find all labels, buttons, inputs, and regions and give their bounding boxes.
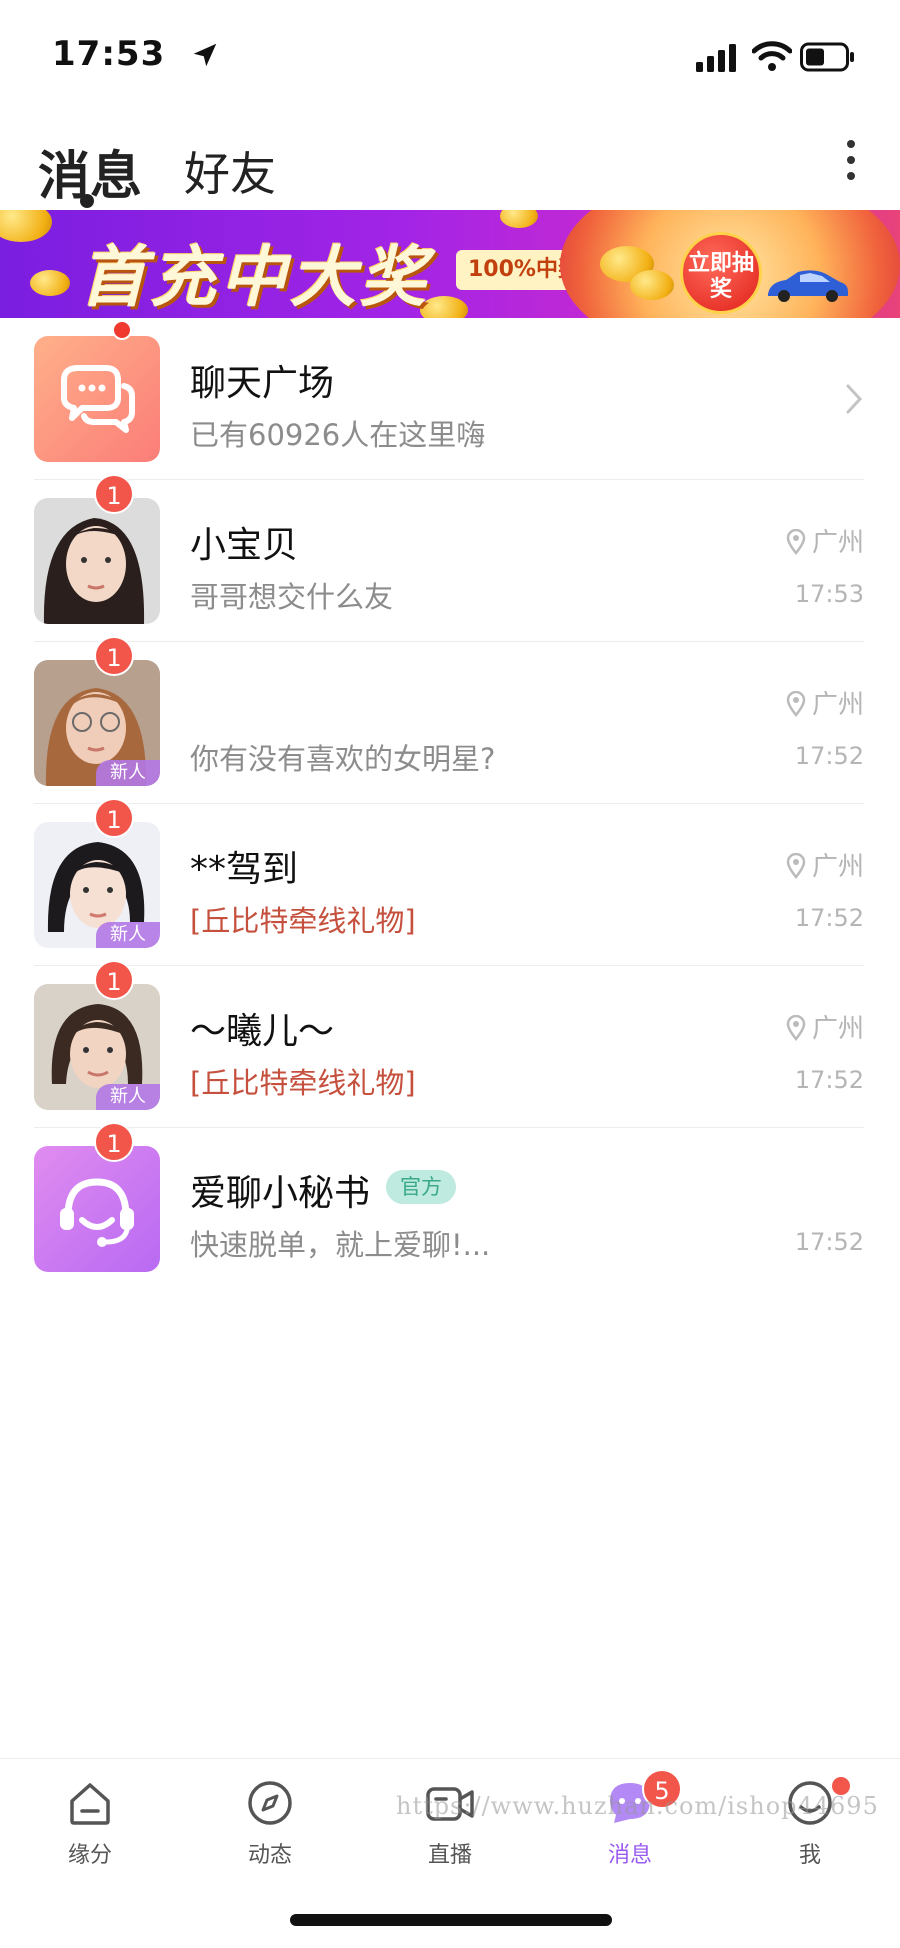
location-label: 广州	[786, 846, 864, 883]
more-dot-icon	[847, 156, 855, 164]
user-photo	[34, 498, 160, 624]
conversation-row[interactable]: 新人 1 ～曦儿～ [丘比特牵线礼物] 广州 17:52	[0, 960, 900, 1128]
home-icon	[70, 1783, 110, 1825]
new-user-tag: 新人	[96, 1084, 160, 1110]
location-pin-icon	[786, 528, 806, 556]
conversation-name: ～曦儿～	[190, 1011, 335, 1052]
location-text: 广州	[811, 528, 864, 558]
message-time: 17:52	[794, 742, 864, 770]
promo-banner[interactable]: 首充中大奖 100%中奖 立即抽奖	[0, 210, 900, 318]
message-time: 17:53	[794, 580, 864, 608]
user-avatar: 新人	[34, 660, 160, 786]
unread-badge: 1	[94, 474, 134, 514]
conversation-message: 哥哥想交什么友	[190, 580, 394, 614]
location-pin-icon	[786, 852, 806, 880]
unread-badge: 1	[94, 960, 134, 1000]
location-label: 广州	[786, 522, 864, 559]
signal-icon	[696, 44, 736, 72]
nav-item-fate[interactable]: 缘分	[30, 1777, 150, 1869]
location-text: 广州	[811, 852, 864, 882]
coin-stack-decoration	[630, 270, 674, 300]
status-time: 17:53	[52, 34, 166, 74]
nav-item-moments[interactable]: 动态	[210, 1777, 330, 1869]
chat-bubbles-icon	[61, 365, 135, 433]
banner-title: 首充中大奖	[80, 239, 430, 316]
unread-dot	[112, 320, 132, 340]
message-time: 17:52	[794, 1228, 864, 1256]
secretary-avatar	[34, 1146, 160, 1272]
nav-label: 我	[798, 1843, 821, 1868]
nav-label: 动态	[247, 1843, 292, 1868]
nav-label: 消息	[607, 1843, 652, 1868]
header-tabs: 消息 好友	[0, 120, 900, 210]
wifi-icon	[752, 41, 792, 71]
home-indicator[interactable]	[290, 1914, 612, 1926]
conversation-message: [丘比特牵线礼物]	[190, 904, 416, 938]
nav-label: 直播	[427, 1843, 472, 1868]
location-text: 广州	[811, 690, 864, 720]
new-user-tag: 新人	[96, 760, 160, 786]
conversation-name: 小宝贝	[190, 525, 299, 566]
message-time: 17:52	[794, 904, 864, 932]
more-dot-icon	[847, 140, 855, 148]
conversation-name: 聊天广场	[190, 363, 335, 404]
tab-friends[interactable]: 好友	[184, 138, 276, 204]
conversation-message: 你有没有喜欢的女明星?	[190, 742, 496, 776]
battery-icon	[800, 42, 854, 72]
conversation-row[interactable]: 1 小宝贝 哥哥想交什么友 广州 17:53	[0, 474, 900, 642]
user-avatar: 新人	[34, 984, 160, 1110]
conversation-message: [丘比特牵线礼物]	[190, 1066, 416, 1100]
coin-decoration	[500, 210, 538, 228]
chevron-right-icon	[846, 384, 863, 414]
user-avatar	[34, 498, 160, 624]
banner-draw-button[interactable]: 立即抽奖	[680, 232, 762, 314]
chat-plaza-row[interactable]: 聊天广场 已有60926人在这里嗨	[0, 318, 900, 480]
nav-item-live[interactable]: 直播	[390, 1777, 510, 1869]
conversation-message: 快速脱单，就上爱聊!...	[190, 1228, 491, 1262]
location-pin-icon	[786, 1014, 806, 1042]
location-label: 广州	[786, 1008, 864, 1045]
unread-badge: 1	[94, 636, 134, 676]
coin-decoration	[0, 210, 52, 242]
more-dot-icon	[847, 172, 855, 180]
conversation-row[interactable]: 新人 1 **驾到 [丘比特牵线礼物] 广州 17:52	[0, 798, 900, 966]
conversation-row[interactable]: 新人 1 你有没有喜欢的女明星? 广州 17:52	[0, 636, 900, 804]
official-tag: 官方	[386, 1170, 456, 1204]
chat-plaza-avatar	[34, 336, 160, 462]
new-user-tag: 新人	[96, 922, 160, 948]
user-avatar: 新人	[34, 822, 160, 948]
active-tab-indicator	[80, 194, 94, 208]
headset-icon	[60, 1178, 134, 1247]
location-pin-icon	[786, 690, 806, 718]
car-icon	[768, 270, 848, 302]
more-options-button[interactable]	[840, 140, 862, 190]
compass-icon	[248, 1781, 292, 1825]
coin-decoration	[30, 270, 70, 296]
conversation-name: 爱聊小秘书	[190, 1173, 371, 1214]
nav-item-messages[interactable]: 5 消息	[570, 1769, 690, 1869]
location-text: 广州	[811, 1014, 864, 1044]
secretary-row[interactable]: 1 爱聊小秘书 官方 快速脱单，就上爱聊!... 17:52	[0, 1122, 900, 1290]
status-bar: 17:53	[0, 0, 900, 110]
location-arrow-icon	[193, 43, 217, 67]
unread-badge: 1	[94, 1122, 134, 1162]
message-time: 17:52	[794, 1066, 864, 1094]
conversation-subtitle: 已有60926人在这里嗨	[190, 418, 486, 452]
conversation-name: **驾到	[190, 849, 299, 890]
nav-item-profile[interactable]: 我	[750, 1777, 870, 1869]
unread-badge: 1	[94, 798, 134, 838]
watermark-text: https://www.huzhan.com/ishop44695	[396, 1792, 879, 1820]
nav-label: 缘分	[67, 1843, 112, 1868]
location-label: 广州	[786, 684, 864, 721]
